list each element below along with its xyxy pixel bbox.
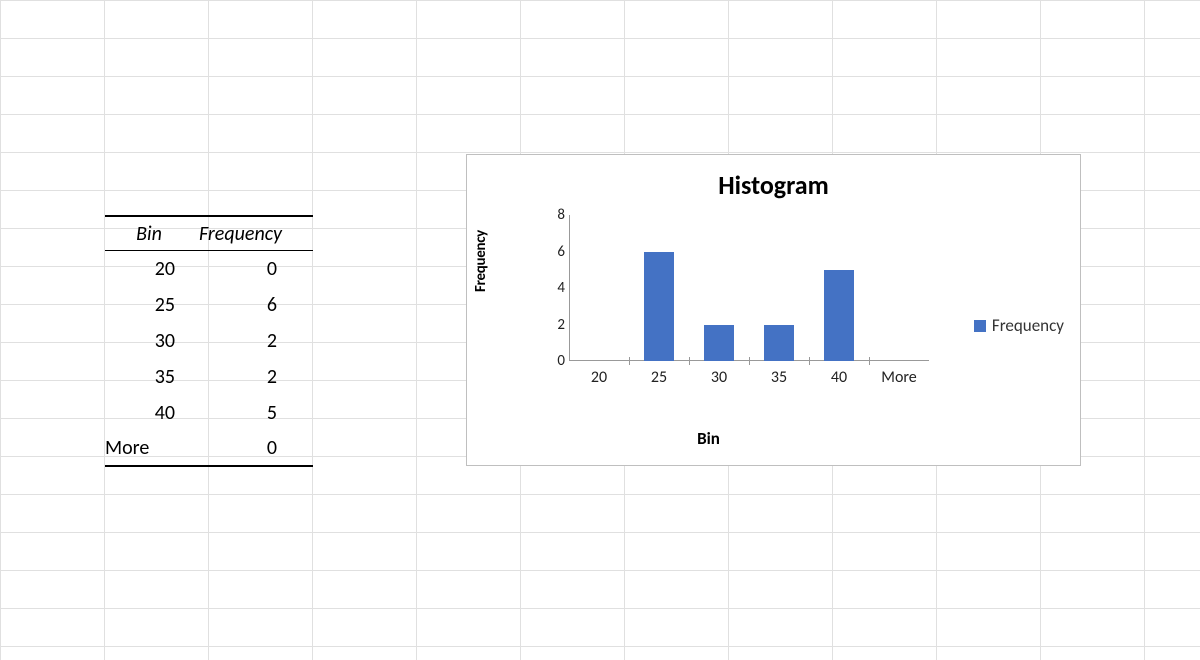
chart-bar-column: More	[869, 215, 929, 361]
chart-bar	[824, 270, 854, 361]
cell-bin: More	[105, 436, 193, 460]
table-row[interactable]: More 0	[105, 431, 313, 467]
chart-title: Histogram	[467, 169, 1080, 201]
table-row[interactable]: 30 2	[105, 323, 313, 359]
chart-plot-area: 8 6 4 2 0 2025303540More	[539, 215, 929, 395]
chart-legend: Frequency	[974, 315, 1064, 336]
cell-bin: 25	[105, 293, 193, 317]
chart-ytick: 2	[557, 316, 565, 334]
cell-frequency: 6	[193, 293, 313, 317]
cell-bin: 40	[105, 401, 193, 425]
chart-xtick-label: 30	[689, 368, 749, 387]
chart-bars-area: 2025303540More	[569, 215, 929, 361]
cell-frequency: 5	[193, 401, 313, 425]
chart-bar-column: 30	[689, 215, 749, 361]
legend-swatch-icon	[974, 320, 986, 332]
chart-xtick-label: 40	[809, 368, 869, 387]
frequency-table[interactable]: Bin Frequency 20 0 25 6 30 2 35 2 40 5 M…	[105, 215, 313, 467]
cell-frequency: 0	[193, 436, 313, 460]
chart-ytick: 0	[557, 352, 565, 370]
header-frequency: Frequency	[193, 222, 313, 246]
chart-xtick-label: 25	[629, 368, 689, 387]
chart-ylabel: Frequency	[472, 230, 490, 292]
chart-ytick: 8	[557, 206, 565, 224]
chart-bar-column: 35	[749, 215, 809, 361]
table-row[interactable]: 35 2	[105, 359, 313, 395]
chart-ytick: 4	[557, 279, 565, 297]
cell-frequency: 2	[193, 365, 313, 389]
chart-bar-column: 20	[569, 215, 629, 361]
table-row[interactable]: 40 5	[105, 395, 313, 431]
legend-label: Frequency	[992, 315, 1064, 336]
chart-bar-column: 40	[809, 215, 869, 361]
cell-frequency: 2	[193, 329, 313, 353]
chart-bar	[644, 252, 674, 362]
cell-bin: 20	[105, 257, 193, 281]
chart-bar	[764, 325, 794, 362]
table-header-row: Bin Frequency	[105, 215, 313, 251]
chart-bar	[704, 325, 734, 362]
cell-frequency: 0	[193, 257, 313, 281]
cell-bin: 35	[105, 365, 193, 389]
chart-xtick-label: 35	[749, 368, 809, 387]
chart-ytick-area: 8 6 4 2 0	[539, 215, 569, 361]
chart-xtick-label: 20	[569, 368, 629, 387]
chart-xtick-label: More	[869, 368, 929, 387]
chart-xlabel: Bin	[467, 428, 950, 449]
table-row[interactable]: 25 6	[105, 287, 313, 323]
chart-ytick: 6	[557, 243, 565, 261]
chart-bar-column: 25	[629, 215, 689, 361]
histogram-chart[interactable]: Histogram Frequency 8 6 4 2 0 2025303540…	[466, 154, 1081, 466]
header-bin: Bin	[105, 222, 193, 246]
table-row[interactable]: 20 0	[105, 251, 313, 287]
cell-bin: 30	[105, 329, 193, 353]
